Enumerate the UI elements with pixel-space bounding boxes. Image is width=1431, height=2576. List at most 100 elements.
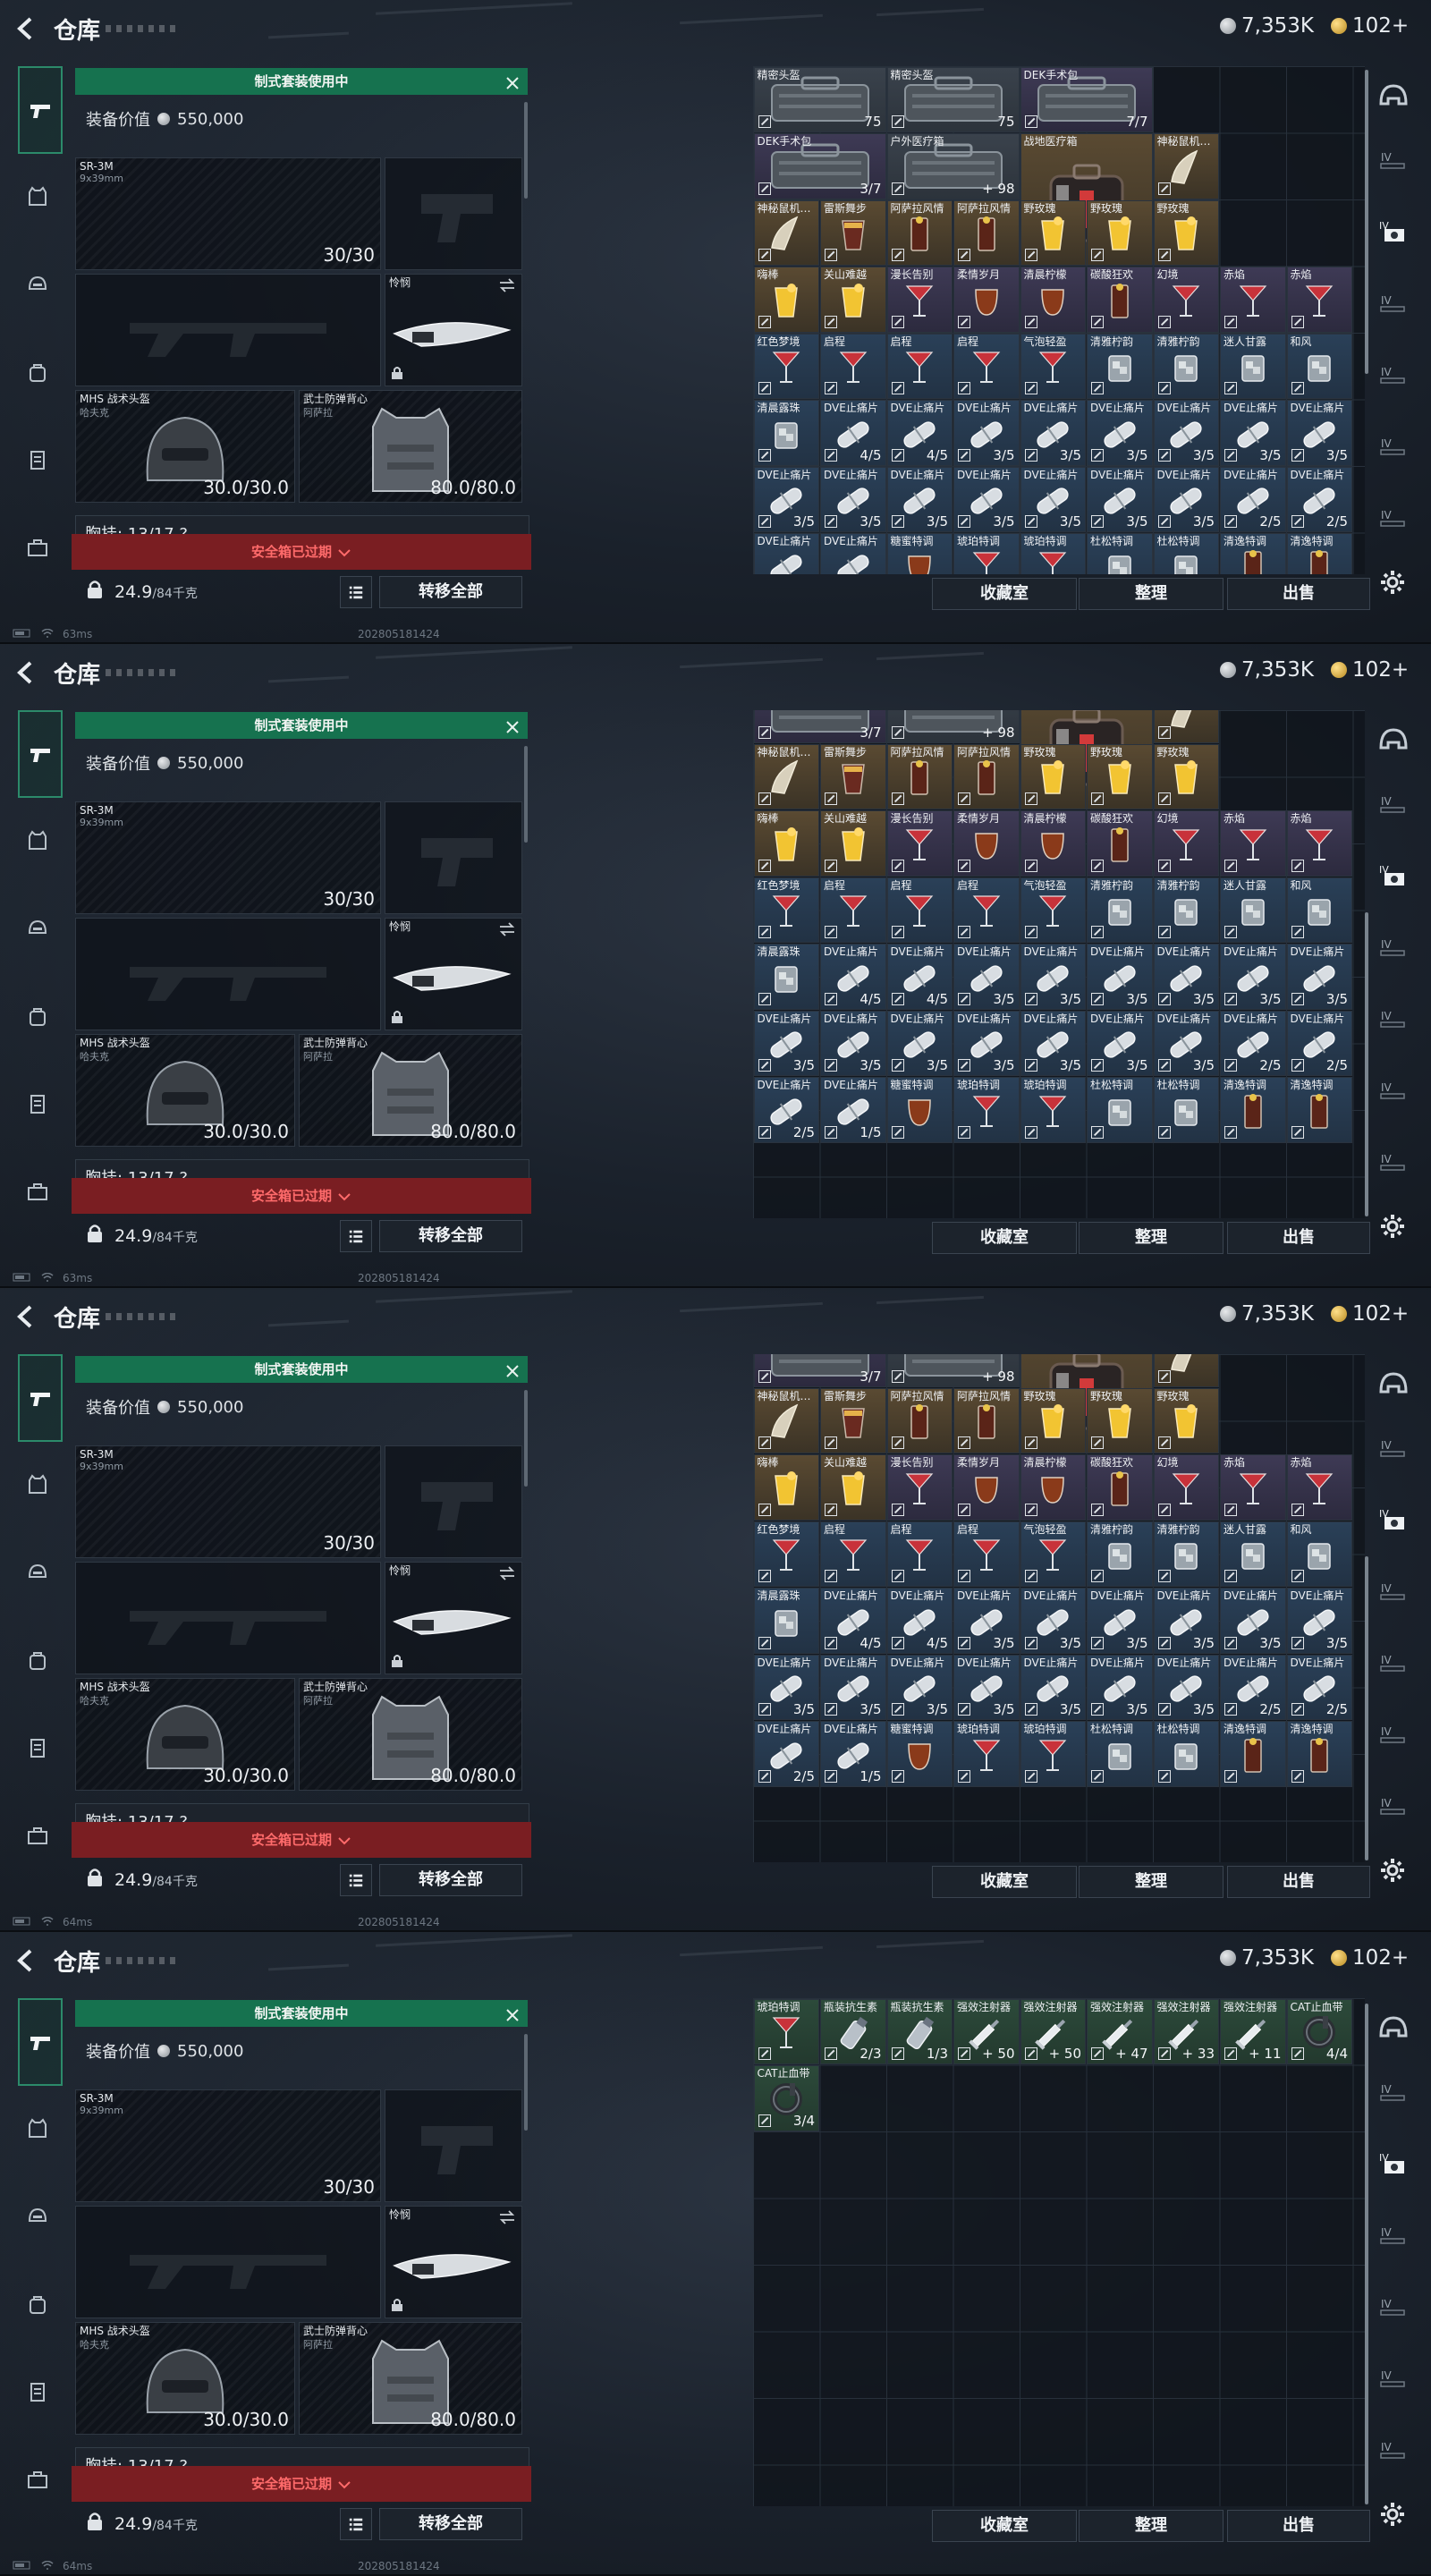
backpack-tab-icon[interactable] [20,354,55,390]
stash-item[interactable]: DVE止痛片 3/5 [953,944,1020,1010]
stash-item[interactable]: DVE止痛片 3/5 [953,1588,1020,1654]
stash-item[interactable]: DVE止痛片 [820,533,886,574]
stash-item[interactable]: DVE止痛片 3/5 [1087,400,1153,466]
stash-item[interactable]: 野玫瑰 [1087,199,1153,266]
transfer-all-button[interactable]: 转移全部 [379,2508,522,2540]
stash-item[interactable]: 杜松特调 [1153,1721,1219,1787]
stash-item[interactable]: 琥珀特调 [1020,1721,1086,1787]
stash-item[interactable]: DVE止痛片 4/5 [886,400,953,466]
stash-item[interactable]: DVE止痛片 3/5 [1286,944,1352,1010]
helmet-container-icon[interactable] [1377,1368,1410,1401]
stash-scrollbar[interactable] [1365,70,1368,374]
stash-item[interactable]: 琥珀特调 [1020,1077,1086,1143]
stash-item[interactable]: 野玫瑰 [1153,743,1219,810]
stash-item[interactable]: 关山难越 [820,267,886,333]
stash-item[interactable]: DVE止痛片 2/5 [1286,1654,1352,1721]
stash-scrollbar[interactable] [1365,912,1368,1216]
helmet-tab-icon[interactable] [20,267,55,302]
stash-item[interactable]: 气泡轻盈 [1020,1521,1086,1588]
close-icon[interactable] [504,73,521,89]
stash-item[interactable]: 清雅柠韵 [1087,1521,1153,1588]
stash-item[interactable]: 野玫瑰 [1020,1387,1086,1454]
helmet-container-icon[interactable] [1377,80,1410,113]
close-icon[interactable] [504,717,521,733]
stash-item[interactable]: 迷人甘露 [1220,1521,1286,1588]
stash-item[interactable]: 赤焰 [1286,1454,1352,1521]
stash-item[interactable]: DVE止痛片 1/5 [820,1077,886,1143]
stash-item[interactable]: 清晨露珠 [753,944,819,1010]
stash-item[interactable]: 强效注射器 + 47 [1087,1998,1153,2064]
stash-item[interactable]: 琥珀特调 [753,1998,819,2064]
container-tier-icon[interactable]: IV [1377,1789,1410,1821]
primary-weapon-slot[interactable]: SR-3M 9x39mm 30/30 [75,157,381,270]
container-tier-icon[interactable]: IV [1377,143,1410,175]
stash-item[interactable]: 启程 [886,1521,953,1588]
stash-item[interactable]: 阿萨拉风情 [886,743,953,810]
stash-item[interactable]: 精密头盔 75 [753,66,886,132]
stash-item[interactable]: 清逸特调 [1220,533,1286,574]
sell-button[interactable]: 出售 [1227,1866,1370,1898]
stash-item[interactable]: DVE止痛片 3/5 [1087,944,1153,1010]
stash-item[interactable]: CAT止血带 4/4 [1286,1998,1352,2064]
stash-item[interactable]: 杜松特调 [1153,1077,1219,1143]
stash-item[interactable]: 清雅柠韵 [1153,1521,1219,1588]
gear-icon[interactable] [1379,1213,1406,1240]
helmet-slot[interactable]: MHS 战术头盔 哈夫克 30.0/30.0 [75,390,295,503]
stash-item[interactable]: 清晨柠檬 [1020,810,1086,877]
close-icon[interactable] [504,1361,521,1377]
stash-item[interactable]: DVE止痛片 3/5 [1087,1010,1153,1077]
container-tier-icon[interactable]: IV [1377,1431,1410,1463]
stash-item[interactable]: 雷斯舞步 [820,1387,886,1454]
stash-item[interactable]: 琥珀特调 [953,1721,1020,1787]
stash-item[interactable]: DVE止痛片 3/5 [886,1010,953,1077]
stash-item[interactable]: 清逸特调 [1220,1077,1286,1143]
stash-item[interactable]: DVE止痛片 3/5 [1153,400,1219,466]
stash-item[interactable]: 琥珀特调 [1020,533,1086,574]
stash-item[interactable]: DVE止痛片 3/5 [820,466,886,532]
stash-item[interactable]: 阿萨拉风情 [953,743,1020,810]
stash-item[interactable]: 赤焰 [1286,810,1352,877]
stash-item[interactable]: DVE止痛片 3/5 [886,1654,953,1721]
gear-icon[interactable] [1379,1857,1406,1884]
stash-item[interactable]: 红色梦境 [753,1521,819,1588]
stash-item[interactable]: DVE止痛片 2/5 [1220,1010,1286,1077]
stash-item[interactable]: 和风 [1286,333,1352,399]
helmet-slot[interactable]: MHS 战术头盔 哈夫克 30.0/30.0 [75,2322,295,2435]
stash-item[interactable]: 赤焰 [1220,1454,1286,1521]
stash-item[interactable]: 赤焰 [1286,267,1352,333]
safe-box-expired-banner[interactable]: 安全箱已过期 [72,1178,531,1214]
stash-item[interactable]: DVE止痛片 3/5 [1286,1588,1352,1654]
stash-item[interactable]: 启程 [953,1521,1020,1588]
container-tier-icon[interactable]: IV [1377,501,1410,533]
stash-item[interactable]: 杜松特调 [1153,533,1219,574]
stash-item[interactable]: 赤焰 [1220,267,1286,333]
melee-slot[interactable]: 怜悯 [385,274,522,386]
container-tier-icon[interactable]: IV [1377,358,1410,390]
container-tier-icon[interactable]: IV [1377,1574,1410,1606]
stash-item[interactable]: DEK手术包 3/7 [753,133,886,199]
stash-grid[interactable]: 3/7+ 98+ 524神秘鼠机…雷斯舞步阿萨拉风情阿萨拉风情野玫瑰野玫瑰野玫瑰… [753,710,1365,1218]
armor-tab-icon[interactable] [20,823,55,859]
transfer-all-button[interactable]: 转移全部 [379,1864,522,1896]
stash-item[interactable]: 迷人甘露 [1220,333,1286,399]
stash-item[interactable]: DVE止痛片 1/5 [820,1721,886,1787]
stash-item[interactable]: DVE止痛片 3/5 [1220,400,1286,466]
collection-button[interactable]: 收藏室 [932,1866,1077,1898]
stash-item[interactable]: 琥珀特调 [953,1077,1020,1143]
primary-weapon-slot[interactable]: SR-3M 9x39mm 30/30 [75,2089,381,2202]
backpack-tab-icon[interactable] [20,2286,55,2322]
loadout-scrollbar[interactable] [524,2034,528,2131]
melee-slot[interactable]: 怜悯 [385,1562,522,1674]
stash-item[interactable]: 野玫瑰 [1153,1387,1219,1454]
stash-item[interactable]: DVE止痛片 3/5 [953,400,1020,466]
stash-item[interactable]: DVE止痛片 3/5 [1220,1588,1286,1654]
helmet-tab-icon[interactable] [20,2199,55,2234]
container-tier-icon[interactable]: IV [1377,1073,1410,1106]
stash-item[interactable]: 嗨棒 [753,267,819,333]
stash-item[interactable]: 碳酸狂欢 [1087,267,1153,333]
list-view-button[interactable] [340,2508,372,2540]
secondary-weapon-slot[interactable] [385,2089,522,2202]
helmet-slot[interactable]: MHS 战术头盔 哈夫克 30.0/30.0 [75,1034,295,1147]
gear-icon[interactable] [1379,2501,1406,2528]
rig-tab-icon[interactable] [20,1730,55,1766]
